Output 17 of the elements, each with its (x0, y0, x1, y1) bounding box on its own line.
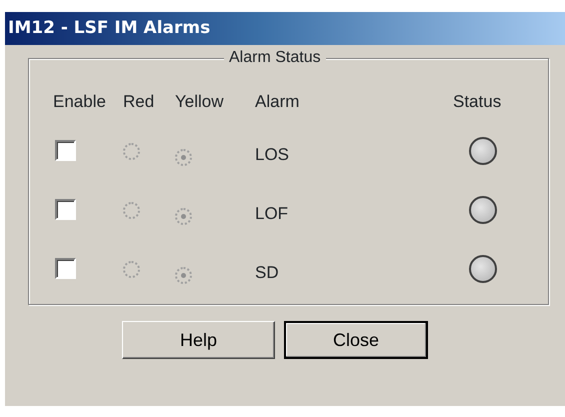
window-title: IM12 - LSF IM Alarms (5, 12, 565, 45)
column-header: Red (123, 92, 154, 112)
column-header: Status (453, 92, 502, 112)
alarm-name: LOF (255, 204, 288, 223)
status-lamp (469, 136, 497, 165)
status-lamp (469, 196, 497, 224)
close-button[interactable]: Close (284, 321, 428, 359)
status-lamp (469, 254, 497, 283)
checkbox[interactable] (55, 140, 76, 162)
checkbox[interactable] (55, 199, 76, 220)
column-header: Enable (53, 92, 106, 112)
alarm-name: SD (255, 262, 279, 282)
column-header: Yellow (175, 92, 224, 112)
help-button[interactable]: Help (122, 321, 275, 359)
column-header: Alarm (255, 92, 300, 112)
alarm-name: LOS (255, 144, 290, 164)
checkbox[interactable] (55, 258, 76, 280)
